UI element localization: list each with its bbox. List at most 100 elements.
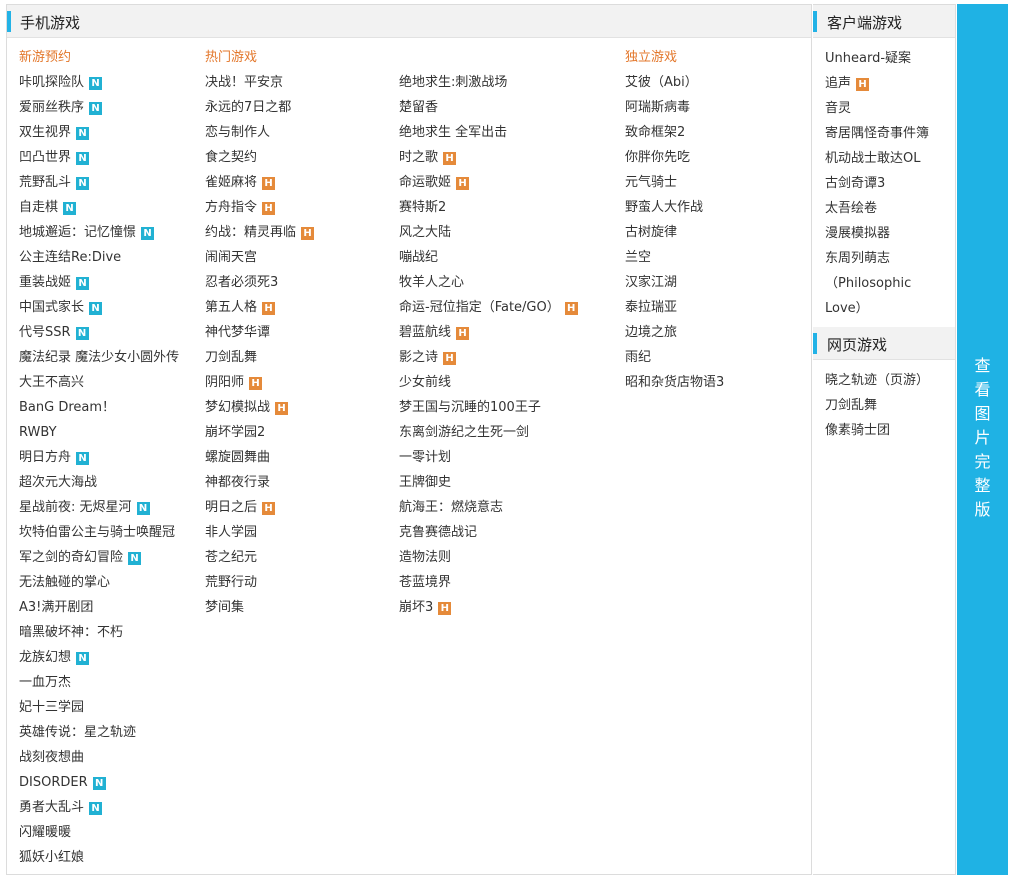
game-link[interactable]: 狐妖小红娘	[19, 845, 179, 870]
game-link[interactable]: 古剑奇谭3	[825, 171, 955, 196]
game-link[interactable]: 元气骑士	[625, 170, 724, 195]
game-link[interactable]: RWBY	[19, 420, 179, 445]
game-link[interactable]: 非人学园	[205, 520, 314, 545]
game-link[interactable]: 梦王国与沉睡的100王子	[399, 395, 578, 420]
game-link[interactable]: 边境之旅	[625, 320, 724, 345]
game-link[interactable]: 神都夜行录	[205, 470, 314, 495]
game-link[interactable]: 绝地求生:刺激战场	[399, 70, 578, 95]
game-link[interactable]: 大王不高兴	[19, 370, 179, 395]
game-link[interactable]: 汉家江湖	[625, 270, 724, 295]
game-link[interactable]: 第五人格 H	[205, 295, 314, 320]
game-link[interactable]: 刀剑乱舞	[825, 393, 955, 418]
game-link[interactable]: 明日之后 H	[205, 495, 314, 520]
game-link[interactable]: 时之歌 H	[399, 145, 578, 170]
game-link[interactable]: 闪耀暖暖	[19, 820, 179, 845]
game-link[interactable]: 自走棋 N	[19, 195, 179, 220]
game-link[interactable]: DISORDER N	[19, 770, 179, 795]
game-link[interactable]: Love）	[825, 296, 955, 321]
game-link[interactable]: 无法触碰的掌心	[19, 570, 179, 595]
game-link[interactable]: 古树旋律	[625, 220, 724, 245]
column-heading[interactable]	[399, 45, 578, 70]
game-link[interactable]: 命运-冠位指定（Fate/GO） H	[399, 295, 578, 320]
game-link[interactable]: 碧蓝航线 H	[399, 320, 578, 345]
game-link[interactable]: 王牌御史	[399, 470, 578, 495]
game-link[interactable]: 咔叽探险队 N	[19, 70, 179, 95]
game-link[interactable]: 追声 H	[825, 71, 955, 96]
game-link[interactable]: 机动战士敢达OL	[825, 146, 955, 171]
game-link[interactable]: 重装战姬 N	[19, 270, 179, 295]
game-link[interactable]: 食之契约	[205, 145, 314, 170]
game-link[interactable]: 魔法纪录 魔法少女小圆外传	[19, 345, 179, 370]
game-link[interactable]: 克鲁赛德战记	[399, 520, 578, 545]
game-link[interactable]: 一零计划	[399, 445, 578, 470]
game-link[interactable]: 超次元大海战	[19, 470, 179, 495]
game-link[interactable]: 星战前夜: 无烬星河 N	[19, 495, 179, 520]
game-link[interactable]: 漫展模拟器	[825, 221, 955, 246]
game-link[interactable]: 梦间集	[205, 595, 314, 620]
game-link[interactable]: 凹凸世界 N	[19, 145, 179, 170]
game-link[interactable]: 致命框架2	[625, 120, 724, 145]
game-link[interactable]: 命运歌姬 H	[399, 170, 578, 195]
game-link[interactable]: 雀姬麻将 H	[205, 170, 314, 195]
game-link[interactable]: 暗黑破坏神：不朽	[19, 620, 179, 645]
game-link[interactable]: 双生视界 N	[19, 120, 179, 145]
column-heading[interactable]: 独立游戏	[625, 45, 724, 70]
game-link[interactable]: 雨纪	[625, 345, 724, 370]
game-link[interactable]: Unheard-疑案	[825, 46, 955, 71]
game-link[interactable]: 英雄传说：星之轨迹	[19, 720, 179, 745]
game-link[interactable]: 苍蓝境界	[399, 570, 578, 595]
game-link[interactable]: 坎特伯雷公主与骑士唤醒冠	[19, 520, 179, 545]
game-link[interactable]: 苍之纪元	[205, 545, 314, 570]
game-link[interactable]: A3!满开剧团	[19, 595, 179, 620]
game-link[interactable]: 兰空	[625, 245, 724, 270]
game-link[interactable]: 艾彼（Abi）	[625, 70, 724, 95]
game-link[interactable]: 少女前线	[399, 370, 578, 395]
game-link[interactable]: 阴阳师 H	[205, 370, 314, 395]
game-link[interactable]: 风之大陆	[399, 220, 578, 245]
game-link[interactable]: 永远的7日之都	[205, 95, 314, 120]
game-link[interactable]: 地城邂逅：记忆憧憬 N	[19, 220, 179, 245]
game-link[interactable]: 崩坏学园2	[205, 420, 314, 445]
column-heading[interactable]: 新游预约	[19, 45, 179, 70]
game-link[interactable]: 崩坏3 H	[399, 595, 578, 620]
game-link[interactable]: 忍者必须死3	[205, 270, 314, 295]
game-link[interactable]: BanG Dream！	[19, 395, 179, 420]
view-full-image-button[interactable]: 查看图片完整版	[957, 4, 1008, 875]
game-link[interactable]: 闹闹天宫	[205, 245, 314, 270]
game-link[interactable]: 太吾绘卷	[825, 196, 955, 221]
game-link[interactable]: 你胖你先吃	[625, 145, 724, 170]
game-link[interactable]: 东离剑游纪之生死一剑	[399, 420, 578, 445]
game-link[interactable]: 航海王：燃烧意志	[399, 495, 578, 520]
game-link[interactable]: 决战！平安京	[205, 70, 314, 95]
game-link[interactable]: 野蛮人大作战	[625, 195, 724, 220]
game-link[interactable]: 军之剑的奇幻冒险 N	[19, 545, 179, 570]
game-link[interactable]: 一血万杰	[19, 670, 179, 695]
game-link[interactable]: 绝地求生 全军出击	[399, 120, 578, 145]
game-link[interactable]: 泰拉瑞亚	[625, 295, 724, 320]
game-link[interactable]: 勇者大乱斗 N	[19, 795, 179, 820]
game-link[interactable]: 神代梦华谭	[205, 320, 314, 345]
game-link[interactable]: 恋与制作人	[205, 120, 314, 145]
game-link[interactable]: 妃十三学园	[19, 695, 179, 720]
game-link[interactable]: 楚留香	[399, 95, 578, 120]
game-link[interactable]: 梦幻模拟战 H	[205, 395, 314, 420]
game-link[interactable]: 战刻夜想曲	[19, 745, 179, 770]
game-link[interactable]: （Philosophic	[825, 271, 955, 296]
game-link[interactable]: 螺旋圆舞曲	[205, 445, 314, 470]
game-link[interactable]: 赛特斯2	[399, 195, 578, 220]
game-link[interactable]: 嘣战纪	[399, 245, 578, 270]
game-link[interactable]: 阿瑞斯病毒	[625, 95, 724, 120]
game-link[interactable]: 影之诗 H	[399, 345, 578, 370]
game-link[interactable]: 晓之轨迹（页游）	[825, 368, 955, 393]
game-link[interactable]: 爱丽丝秩序 N	[19, 95, 179, 120]
game-link[interactable]: 像素骑士团	[825, 418, 955, 443]
game-link[interactable]: 刀剑乱舞	[205, 345, 314, 370]
game-link[interactable]: 造物法则	[399, 545, 578, 570]
game-link[interactable]: 方舟指令 H	[205, 195, 314, 220]
game-link[interactable]: 约战：精灵再临 H	[205, 220, 315, 245]
game-link[interactable]: 东周列萌志	[825, 246, 955, 271]
game-link[interactable]: 龙族幻想 N	[19, 645, 179, 670]
game-link[interactable]: 中国式家长 N	[19, 295, 179, 320]
game-link[interactable]: 公主连结Re:Dive	[19, 245, 179, 270]
game-link[interactable]: 牧羊人之心	[399, 270, 578, 295]
